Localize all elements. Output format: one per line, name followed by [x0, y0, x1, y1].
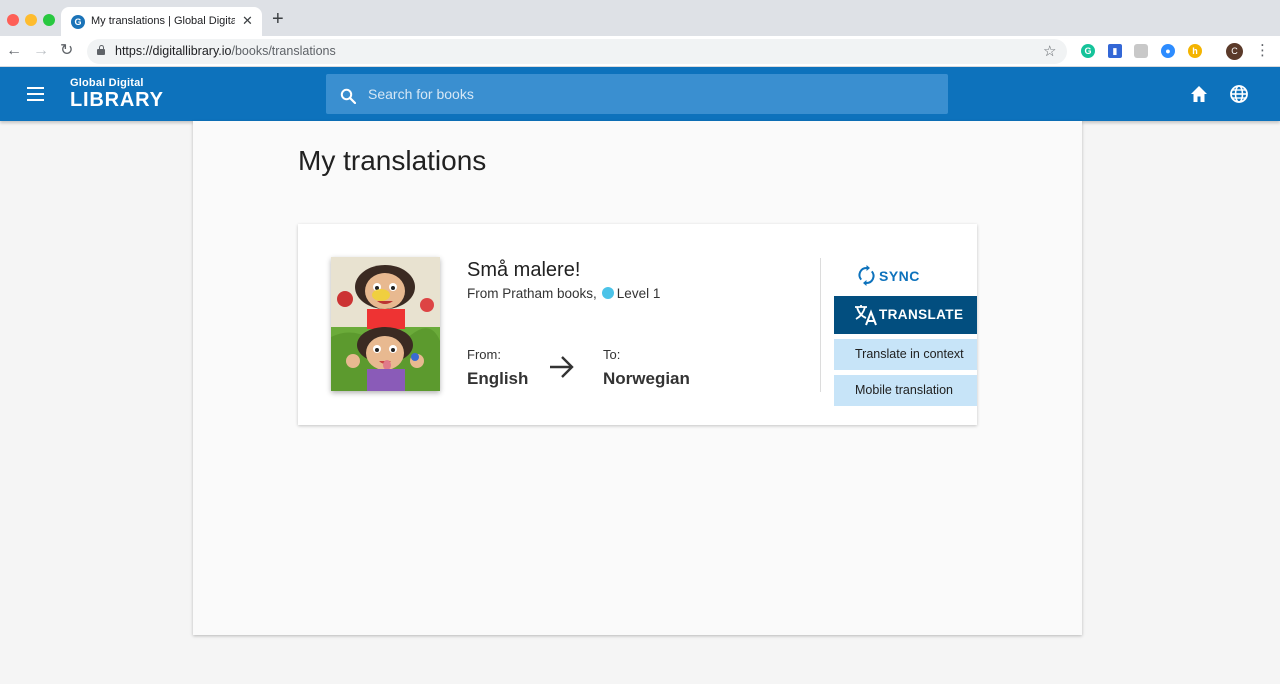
- tab-title: My translations | Global Digital Library: [91, 15, 235, 27]
- back-arrow-icon[interactable]: ←: [6, 41, 22, 61]
- card-divider: [820, 258, 821, 392]
- profile-avatar[interactable]: C: [1226, 43, 1243, 60]
- zoom-icon[interactable]: ●: [1161, 44, 1175, 58]
- globe-icon[interactable]: [1229, 84, 1249, 104]
- window-minimize-button[interactable]: [25, 14, 37, 26]
- from-label: From:: [467, 347, 501, 362]
- forward-arrow-icon[interactable]: →: [33, 41, 49, 61]
- home-icon[interactable]: [1189, 84, 1209, 104]
- book-meta: From Pratham books, Level 1: [467, 286, 660, 301]
- bookmark-star-icon[interactable]: ☆: [1043, 42, 1056, 60]
- level-dot-icon: [601, 287, 614, 299]
- level-text: Level 1: [616, 286, 661, 301]
- translate-icon: [855, 305, 877, 326]
- mobile-translation-button[interactable]: Mobile translation: [834, 375, 977, 406]
- window-maximize-button[interactable]: [43, 14, 55, 26]
- page-title: My translations: [298, 145, 487, 176]
- translate-in-context-button[interactable]: Translate in context: [834, 339, 977, 370]
- search-input[interactable]: [368, 74, 928, 114]
- app-header: Global Digital LIBRARY: [0, 67, 1280, 121]
- translation-card: Små malere! From Pratham books, Level 1 F…: [298, 224, 977, 425]
- url-path: /books/translations: [231, 44, 336, 58]
- bookmark-extension-icon[interactable]: ▮: [1108, 44, 1122, 58]
- book-title[interactable]: Små malere!: [467, 259, 580, 282]
- browser-menu-icon[interactable]: ⋮: [1255, 41, 1270, 61]
- lock-icon: [97, 45, 105, 55]
- search-bar[interactable]: [326, 74, 948, 114]
- reload-icon[interactable]: ↻: [60, 41, 73, 61]
- tab-close-icon[interactable]: ✕: [242, 13, 253, 29]
- to-label: To:: [603, 347, 621, 362]
- logo-title[interactable]: LIBRARY: [70, 89, 164, 112]
- browser-toolbar: ← → ↻ https://digitallibrary.io/books/tr…: [0, 36, 1280, 67]
- from-language: English: [467, 369, 529, 388]
- book-cover-image[interactable]: [331, 257, 440, 391]
- new-tab-button[interactable]: +: [272, 9, 284, 29]
- browser-tab-bar: G My translations | Global Digital Libra…: [0, 0, 1280, 36]
- to-language: Norwegian: [603, 369, 690, 388]
- sync-icon: [858, 265, 875, 286]
- address-bar[interactable]: https://digitallibrary.io/books/translat…: [87, 39, 1067, 64]
- translate-label: TRANSLATE: [879, 307, 964, 322]
- translate-button[interactable]: TRANSLATE: [834, 296, 977, 334]
- grammarly-icon[interactable]: G: [1081, 44, 1095, 58]
- logo-subtitle[interactable]: Global Digital: [70, 77, 144, 89]
- speech-extension-icon[interactable]: [1134, 44, 1148, 58]
- window-close-button[interactable]: [7, 14, 19, 26]
- url-host: https://digitallibrary.io: [115, 44, 232, 58]
- publisher-text: From Pratham books,: [467, 286, 597, 301]
- hamburger-menu-icon[interactable]: [27, 87, 44, 101]
- honey-icon[interactable]: h: [1188, 44, 1202, 58]
- sync-label: SYNC: [879, 268, 920, 284]
- page-container: My translations Små malere! From Pratham…: [193, 121, 1082, 635]
- search-icon: [340, 88, 356, 104]
- favicon-icon: G: [71, 15, 85, 29]
- browser-tab[interactable]: G My translations | Global Digital Libra…: [61, 7, 262, 36]
- url-text: https://digitallibrary.io/books/translat…: [115, 44, 336, 58]
- arrow-right-icon: [550, 356, 574, 378]
